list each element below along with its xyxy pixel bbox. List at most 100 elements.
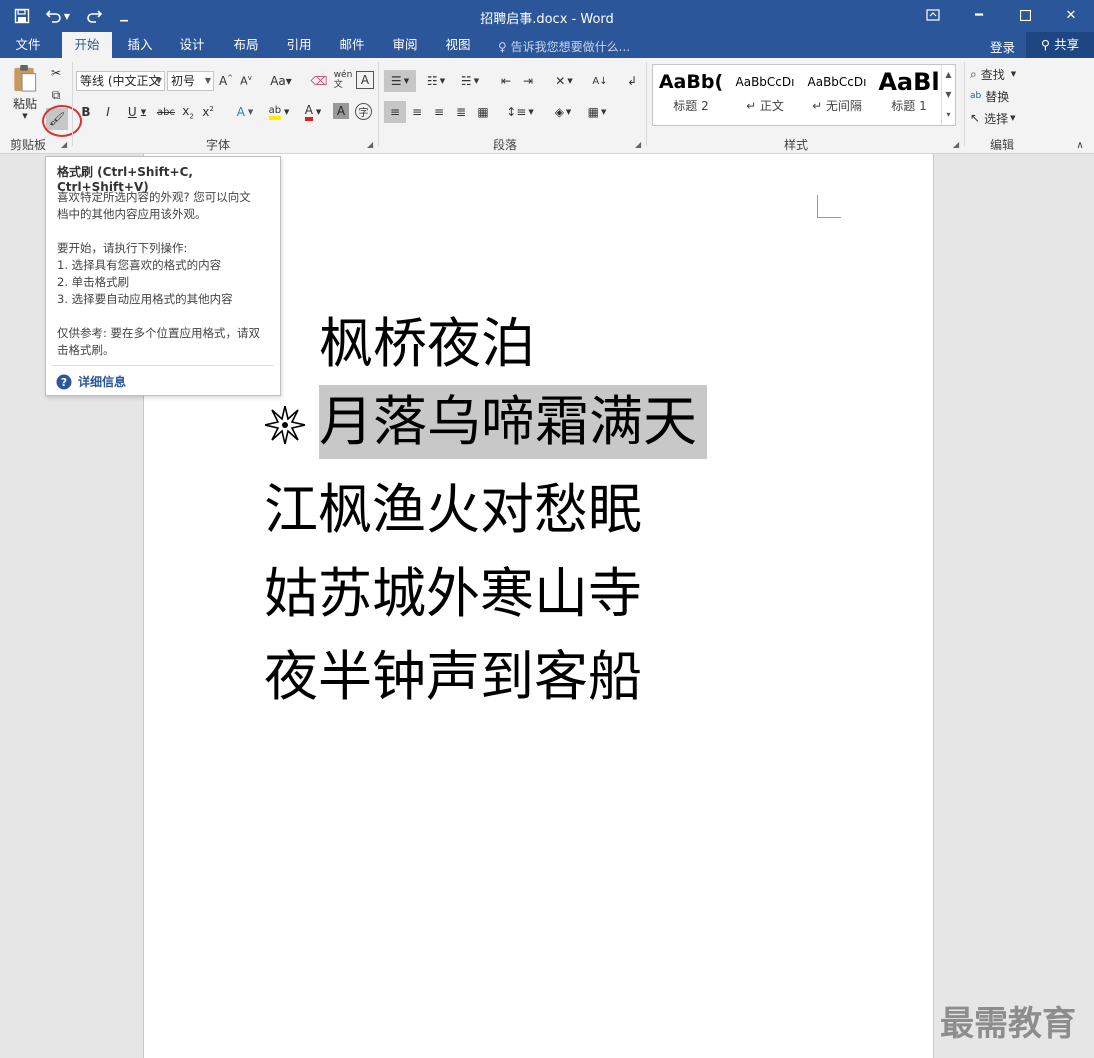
tab-view[interactable]: 视图 xyxy=(434,32,482,58)
show-marks-button[interactable]: ↲ xyxy=(622,70,642,92)
paste-label: 粘贴 xyxy=(12,97,37,111)
tell-me-box[interactable]: ♀ 告诉我您想要做什么... xyxy=(498,38,630,55)
align-center-button[interactable]: ≡ xyxy=(406,101,428,123)
chevron-down-icon: ▼ xyxy=(155,76,162,85)
chevron-down-icon: ▼ xyxy=(1010,70,1017,78)
tab-references[interactable]: 引用 xyxy=(275,32,323,58)
style-no-spacing[interactable]: AaBbCcDı ↵ 无间隔 xyxy=(801,67,873,123)
italic-button[interactable]: I xyxy=(100,102,116,122)
paint-bucket-icon: ◈ xyxy=(554,105,564,119)
group-label-styles: 样式 xyxy=(783,138,808,152)
grow-font-button[interactable]: A^ xyxy=(218,71,234,91)
tell-me-more-link[interactable]: ? 详细信息 xyxy=(56,373,126,390)
decrease-indent-button[interactable]: ⇤ xyxy=(496,70,516,92)
align-left-button[interactable]: ≡ xyxy=(384,101,406,123)
numbering-button[interactable]: ☷ ▼ xyxy=(420,70,452,92)
character-shading-button[interactable]: A xyxy=(333,103,349,119)
increase-indent-icon: ⇥ xyxy=(522,74,534,88)
sign-in-link[interactable]: 登录 xyxy=(990,37,1015,56)
text-effects-button[interactable]: A ▼ xyxy=(230,102,260,122)
poem-line[interactable]: 江枫渔火对愁眠 xyxy=(264,483,642,537)
share-button[interactable]: ⚲ 共享 xyxy=(1026,32,1094,58)
enclosed-character-icon: 字 xyxy=(358,108,369,119)
font-launcher-icon[interactable]: ◢ xyxy=(367,140,373,149)
paste-button[interactable]: 粘贴 ▼ xyxy=(8,64,42,120)
margin-corner-mark xyxy=(817,195,841,218)
paragraph-launcher-icon[interactable]: ◢ xyxy=(635,140,641,149)
collapse-ribbon-button[interactable]: ∧ xyxy=(1072,138,1088,152)
find-button[interactable]: ⌕ 查找 ▼ xyxy=(970,64,1034,84)
tab-home[interactable]: 开始 xyxy=(62,32,112,58)
poem-line[interactable]: 夜半钟声到客船 xyxy=(264,650,642,704)
superscript-button[interactable]: x2 xyxy=(200,102,216,122)
more-icon[interactable]: ▾ xyxy=(942,105,955,125)
increase-indent-button[interactable]: ⇥ xyxy=(518,70,538,92)
group-separator xyxy=(964,62,965,146)
minimize-icon: ━ xyxy=(975,7,983,23)
sort-button[interactable]: A↓ xyxy=(590,70,610,92)
change-case-icon: Aa▾ xyxy=(270,74,292,88)
enclosed-character-button[interactable]: 字 xyxy=(355,103,372,120)
chevron-up-icon[interactable]: ▲ xyxy=(942,65,955,85)
group-label-editing: 编辑 xyxy=(989,138,1014,152)
find-label: 查找 xyxy=(980,67,1005,82)
tab-review[interactable]: 审阅 xyxy=(381,32,429,58)
align-right-button[interactable]: ≡ xyxy=(428,101,450,123)
poem-title[interactable]: 枫桥夜泊 xyxy=(319,317,535,371)
chinese-layout-button[interactable]: ✕ ▼ xyxy=(548,70,580,92)
highlight-color-button[interactable]: ab ▼ xyxy=(264,102,294,122)
strikethrough-button[interactable]: abc xyxy=(156,102,176,122)
gallery-scroll[interactable]: ▲ ▼ ▾ xyxy=(941,65,955,125)
tooltip-line: 要开始，请执行下列操作: xyxy=(57,241,188,255)
bold-button[interactable]: B xyxy=(78,102,94,122)
justify-button[interactable]: ≣ xyxy=(450,101,472,123)
tab-layout[interactable]: 布局 xyxy=(222,32,270,58)
bullets-button[interactable]: ☰ ▼ xyxy=(384,70,416,92)
style-heading-2[interactable]: AaBb( 标题 2 xyxy=(655,67,727,123)
tab-insert[interactable]: 插入 xyxy=(116,32,164,58)
tab-file[interactable]: 文件 xyxy=(4,32,52,58)
tab-design[interactable]: 设计 xyxy=(168,32,216,58)
enclose-characters-button[interactable]: A xyxy=(356,71,374,89)
copy-button[interactable]: ⧉ xyxy=(46,86,66,104)
style-heading-1[interactable]: AaBl 标题 1 xyxy=(873,67,945,123)
style-normal[interactable]: AaBbCcDı ↵ 正文 xyxy=(729,67,801,123)
select-button[interactable]: ↖ 选择 ▼ xyxy=(970,108,1034,128)
tooltip-line: 击格式刷。 xyxy=(57,343,115,357)
maximize-button[interactable] xyxy=(1002,0,1048,30)
clipboard-launcher-icon[interactable]: ◢ xyxy=(61,140,67,149)
font-color-button[interactable]: A ▼ xyxy=(298,102,328,122)
change-case-button[interactable]: Aa▾ xyxy=(266,71,296,91)
font-name-combo[interactable]: 等线 (中文正文 ▼ xyxy=(76,71,165,91)
shading-button[interactable]: ◈ ▼ xyxy=(546,101,580,123)
close-button[interactable]: ✕ xyxy=(1048,0,1094,30)
shrink-font-button[interactable]: Av xyxy=(238,71,254,91)
clear-formatting-button[interactable]: ⌫ xyxy=(308,71,330,91)
line-spacing-button[interactable]: ↕≡ ▼ xyxy=(503,101,537,123)
poem-line-selected[interactable]: 月落乌啼霜满天 xyxy=(319,385,707,459)
select-label: 选择 xyxy=(984,111,1009,126)
cut-button[interactable]: ✂ xyxy=(46,64,66,82)
subscript-button[interactable]: x2 xyxy=(180,102,196,122)
poem-line[interactable]: 姑苏城外寒山寺 xyxy=(264,567,642,621)
underline-button[interactable]: U ▼ xyxy=(122,102,152,122)
text-effects-icon: A xyxy=(236,105,245,119)
shrink-font-icon: Av xyxy=(240,74,252,88)
minimize-button[interactable]: ━ xyxy=(956,0,1002,30)
tab-mailings[interactable]: 邮件 xyxy=(328,32,376,58)
tooltip-note: 仅供参考: 要在多个位置应用格式，请双 击格式刷。 xyxy=(57,325,273,359)
replace-button[interactable]: ab 替换 xyxy=(970,86,1034,106)
phonetic-guide-button[interactable]: wén 文 xyxy=(332,69,354,91)
multilevel-list-button[interactable]: ☵ ▼ xyxy=(454,70,486,92)
multilevel-list-icon: ☵ xyxy=(460,74,472,88)
ribbon-display-options-button[interactable] xyxy=(910,0,956,30)
chevron-down-icon[interactable]: ▼ xyxy=(942,85,955,105)
lightbulb-icon: ♀ xyxy=(498,40,507,54)
share-label: 共享 xyxy=(1054,37,1080,52)
chevron-down-icon: ▼ xyxy=(247,108,254,116)
distributed-button[interactable]: ▦ xyxy=(472,101,494,123)
italic-icon: I xyxy=(106,105,110,119)
styles-launcher-icon[interactable]: ◢ xyxy=(953,140,959,149)
borders-button[interactable]: ▦ ▼ xyxy=(582,101,612,123)
font-size-combo[interactable]: 初号 ▼ xyxy=(167,71,214,91)
